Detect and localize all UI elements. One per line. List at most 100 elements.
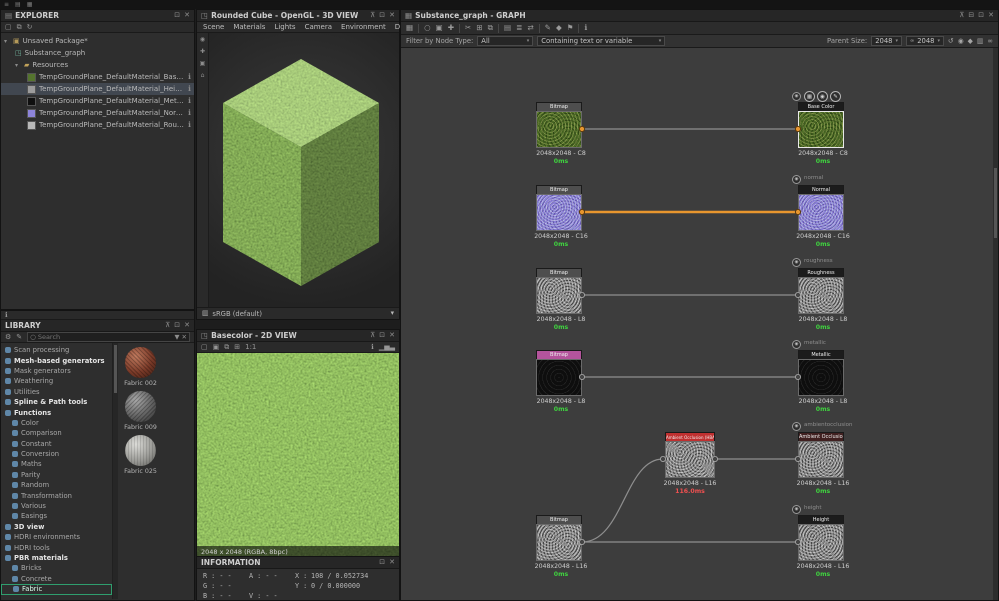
expander-icon[interactable]: ▾: [15, 62, 21, 69]
info-icon[interactable]: ℹ: [188, 85, 191, 93]
menu-lights[interactable]: Lights: [274, 23, 295, 31]
pen-icon[interactable]: ✎: [545, 24, 551, 32]
tree-item-package[interactable]: ▾ ▣ Unsaved Package*: [1, 35, 194, 47]
library-category[interactable]: Parity: [1, 470, 112, 480]
histogram-icon[interactable]: ▁▅▃: [379, 344, 395, 351]
new-package-icon[interactable]: ▢: [5, 24, 12, 31]
library-category[interactable]: Scan processing: [1, 345, 112, 355]
graph-node-output-height[interactable]: Height: [798, 515, 844, 561]
library-category[interactable]: Bricks: [1, 563, 112, 573]
close-icon[interactable]: ✕: [389, 332, 395, 339]
library-category[interactable]: 3D view: [1, 522, 112, 532]
resource-item[interactable]: TempGroundPlane_DefaultMaterial_Roughnes…: [1, 119, 194, 131]
pin-icon[interactable]: ⊼: [959, 12, 964, 19]
float-icon[interactable]: ⊡: [174, 322, 180, 329]
add-node-icon[interactable]: ⊞: [476, 24, 482, 32]
library-category[interactable]: Mesh-based generators: [1, 355, 112, 365]
output-usage-badge[interactable]: ◉: [792, 422, 801, 431]
move-icon[interactable]: ✚: [448, 24, 454, 32]
resource-item[interactable]: TempGroundPlane_DefaultMaterial_Metallic…: [1, 95, 194, 107]
reset-size-icon[interactable]: ↺: [948, 38, 954, 45]
graph-node-bitmap[interactable]: Bitmap: [536, 268, 582, 314]
dock-icon[interactable]: ⊟: [968, 12, 974, 19]
resource-item[interactable]: TempGroundPlane_DefaultMaterial_Normal ℹ: [1, 107, 194, 119]
library-category-fabric[interactable]: Fabric: [1, 584, 112, 595]
close-icon[interactable]: ✕: [988, 12, 994, 19]
gear-icon[interactable]: ⚙: [5, 334, 11, 341]
node-type-select[interactable]: All ▾: [477, 36, 533, 46]
snap-icon[interactable]: ⧉: [488, 24, 493, 32]
bars-icon[interactable]: ▥: [977, 38, 983, 45]
menu-icon[interactable]: ≡: [4, 2, 9, 8]
droplet-icon[interactable]: ◆: [968, 38, 973, 45]
open-package-icon[interactable]: ⧉: [17, 24, 22, 31]
eye-icon[interactable]: ◉: [958, 38, 964, 45]
tree-item-resources[interactable]: ▾ ▰ Resources: [1, 59, 194, 71]
move-icon[interactable]: ✚: [200, 49, 205, 55]
output-usage-badge[interactable]: ◉: [792, 258, 801, 267]
info-icon[interactable]: ℹ: [188, 121, 191, 129]
output-usage-badge[interactable]: ◉: [792, 175, 801, 184]
menu-scene[interactable]: Scene: [203, 23, 224, 31]
parent-size-select[interactable]: 2048 ▾: [871, 36, 902, 46]
menu-materials[interactable]: Materials: [233, 23, 265, 31]
library-category[interactable]: Maths: [1, 459, 112, 469]
frame-icon[interactable]: ▣: [213, 344, 220, 351]
library-category[interactable]: Spline & Path tools: [1, 397, 112, 407]
size-select[interactable]: ∞ 2048 ▾: [906, 36, 944, 46]
close-icon[interactable]: ✕: [389, 12, 395, 19]
clear-search-icon[interactable]: ✕: [182, 334, 187, 341]
info-icon[interactable]: ℹ: [188, 97, 191, 105]
library-item[interactable]: Fabric 025: [124, 435, 157, 475]
graph-node-bitmap[interactable]: Bitmap: [536, 515, 582, 561]
graph-node-output-metallic[interactable]: Metallic: [798, 350, 844, 396]
pencil-icon[interactable]: ✎: [16, 334, 22, 341]
graph-scrollbar[interactable]: [993, 48, 998, 600]
filter-text-select[interactable]: Containing text or variable ▾: [537, 36, 665, 46]
layout-icon[interactable]: ▤: [504, 24, 511, 32]
library-category[interactable]: Various: [1, 501, 112, 511]
float-icon[interactable]: ⊡: [174, 12, 180, 19]
tree-item-graph[interactable]: ◳ Substance_graph: [1, 47, 194, 59]
cut-icon[interactable]: ✂: [465, 24, 471, 32]
node-action-edit-button[interactable]: ✎: [830, 91, 841, 102]
graph-node-output-roughness[interactable]: Roughness: [798, 268, 844, 314]
frame-icon[interactable]: ▣: [200, 61, 206, 67]
info-icon[interactable]: ℹ: [5, 312, 8, 319]
graph-canvas[interactable]: Bitmap Base Color 2048x2048 - C8 0ms 204…: [401, 48, 998, 600]
layout-icon[interactable]: ▤: [15, 2, 21, 8]
float-icon[interactable]: ⊡: [978, 12, 984, 19]
node-action-target-button[interactable]: ◉: [817, 91, 828, 102]
graph-node-output-ambient-occlusion[interactable]: Ambient Occlusion: [798, 432, 844, 478]
output-usage-badge[interactable]: ◉: [792, 505, 801, 514]
graph-node-bitmap[interactable]: Bitmap: [536, 185, 582, 231]
one-to-one-icon[interactable]: 1:1: [245, 344, 256, 351]
open-icon[interactable]: ⧉: [224, 344, 229, 351]
resource-item[interactable]: TempGroundPlane_DefaultMaterial_BaseColo…: [1, 71, 194, 83]
library-category[interactable]: HDRI environments: [1, 532, 112, 542]
add-icon[interactable]: ⊞: [234, 344, 240, 351]
info-icon[interactable]: ℹ: [188, 109, 191, 117]
library-category[interactable]: Comparison: [1, 428, 112, 438]
library-category[interactable]: Mask generators: [1, 366, 112, 376]
expander-icon[interactable]: ▾: [4, 38, 10, 45]
library-search-input[interactable]: [38, 333, 173, 341]
grid-icon[interactable]: ▦: [27, 2, 33, 8]
graph-node-output-basecolor[interactable]: Base Color: [798, 102, 844, 148]
camera-icon[interactable]: ◉: [200, 37, 205, 43]
new-icon[interactable]: ▢: [201, 344, 208, 351]
funnel-icon[interactable]: ▼: [175, 334, 180, 341]
float-icon[interactable]: ⊡: [379, 559, 385, 566]
pin-icon[interactable]: ⊼: [165, 322, 170, 329]
resource-item-selected[interactable]: TempGroundPlane_DefaultMaterial_Height ℹ: [1, 83, 194, 95]
library-item[interactable]: Fabric 009: [124, 391, 157, 431]
align-icon[interactable]: ≣: [516, 24, 522, 32]
graph-node-ambient-occlusion[interactable]: Ambient Occlusion (HBAO): [665, 432, 715, 478]
library-category[interactable]: Conversion: [1, 449, 112, 459]
menu-environment[interactable]: Environment: [341, 23, 386, 31]
library-category[interactable]: PBR materials: [1, 553, 112, 563]
node-action-view-button[interactable]: ▦: [804, 91, 815, 102]
grid-icon[interactable]: ▦: [406, 24, 413, 32]
link-icon[interactable]: ∞: [987, 38, 993, 45]
info-icon[interactable]: ℹ: [188, 73, 191, 81]
